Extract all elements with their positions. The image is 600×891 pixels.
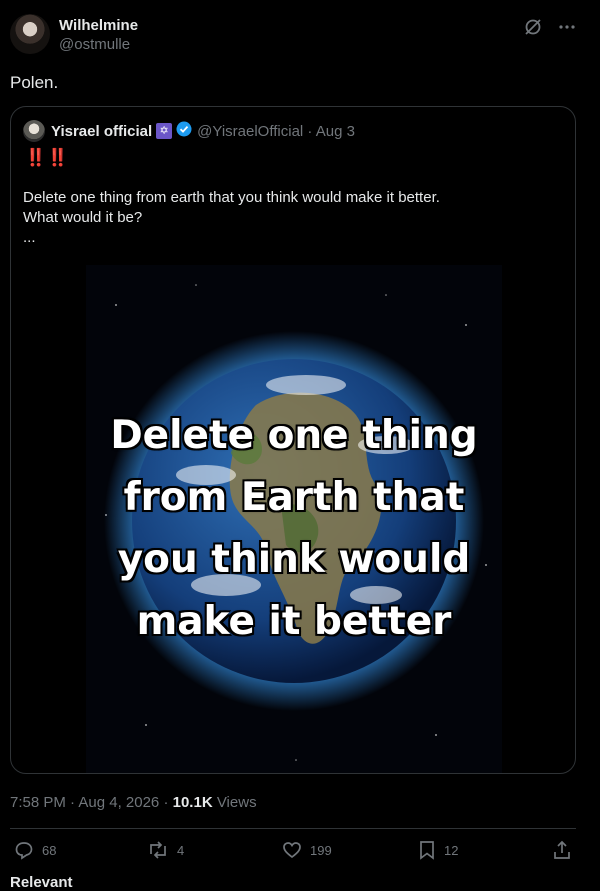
quoted-handle-date[interactable]: @YisraelOfficial · Aug 3 (197, 123, 355, 140)
quoted-post-header: Yisrael official ✡ @YisraelOfficial · Au… (23, 120, 355, 142)
post-text: Polen. (10, 73, 59, 92)
repost-count: 4 (177, 842, 185, 858)
share-button[interactable] (552, 840, 572, 860)
repost-button[interactable]: 4 (147, 840, 184, 860)
bookmark-count: 12 (444, 842, 459, 858)
author-info[interactable]: Wilhelmine @ostmulle (59, 17, 138, 53)
quoted-text: Delete one thing from earth that you thi… (23, 188, 440, 248)
handle[interactable]: @ostmulle (59, 36, 138, 53)
bookmark-button[interactable]: 12 (418, 840, 458, 860)
display-name[interactable]: Wilhelmine (59, 17, 138, 34)
like-button[interactable]: 199 (282, 840, 332, 860)
quoted-avatar[interactable] (23, 120, 45, 142)
menorah-icon: ✡ (156, 123, 173, 139)
reply-icon (14, 840, 34, 860)
header-actions (524, 18, 576, 36)
quoted-text-line: What would it be? (23, 209, 143, 226)
reply-count: 68 (42, 842, 57, 858)
repost-icon (147, 840, 169, 860)
quoted-post[interactable]: Yisrael official ✡ @YisraelOfficial · Au… (10, 106, 576, 774)
heart-icon (282, 840, 302, 860)
reply-button[interactable]: 68 (14, 840, 56, 860)
action-bar: 68 4 199 12 (14, 840, 574, 868)
avatar[interactable] (10, 14, 50, 54)
divider (10, 828, 576, 829)
quoted-text-line: Delete one thing from earth that you thi… (23, 189, 440, 206)
views-label: Views (216, 794, 257, 811)
timestamp[interactable]: 7:58 PM · Aug 4, 2026 (10, 794, 159, 811)
like-count: 199 (310, 842, 332, 858)
image-caption: Delete one thing from Earth that you thi… (86, 405, 502, 653)
quoted-display-name[interactable]: Yisrael official (51, 123, 152, 140)
bookmark-icon (418, 840, 436, 860)
post-header: Wilhelmine @ostmulle (10, 14, 590, 58)
post-meta: 7:58 PM · Aug 4, 2026 · 10.1K Views (10, 794, 257, 811)
section-label: Relevant (10, 874, 73, 891)
quoted-image[interactable]: Delete one thing from Earth that you thi… (86, 265, 502, 773)
more-options-icon[interactable] (558, 18, 576, 36)
verified-badge-icon (176, 121, 192, 141)
caption-line: you think would (117, 537, 471, 582)
caption-line: make it better (136, 599, 452, 644)
caption-line: from Earth that (123, 475, 465, 520)
meta-separator: · (163, 794, 173, 811)
quoted-text-line: ... (23, 229, 36, 246)
grok-icon[interactable] (524, 18, 542, 36)
caption-line: Delete one thing (110, 413, 478, 458)
alert-emoji: ‼️‼️ (25, 148, 70, 167)
share-icon (552, 840, 572, 860)
views-count: 10.1K (172, 794, 213, 811)
